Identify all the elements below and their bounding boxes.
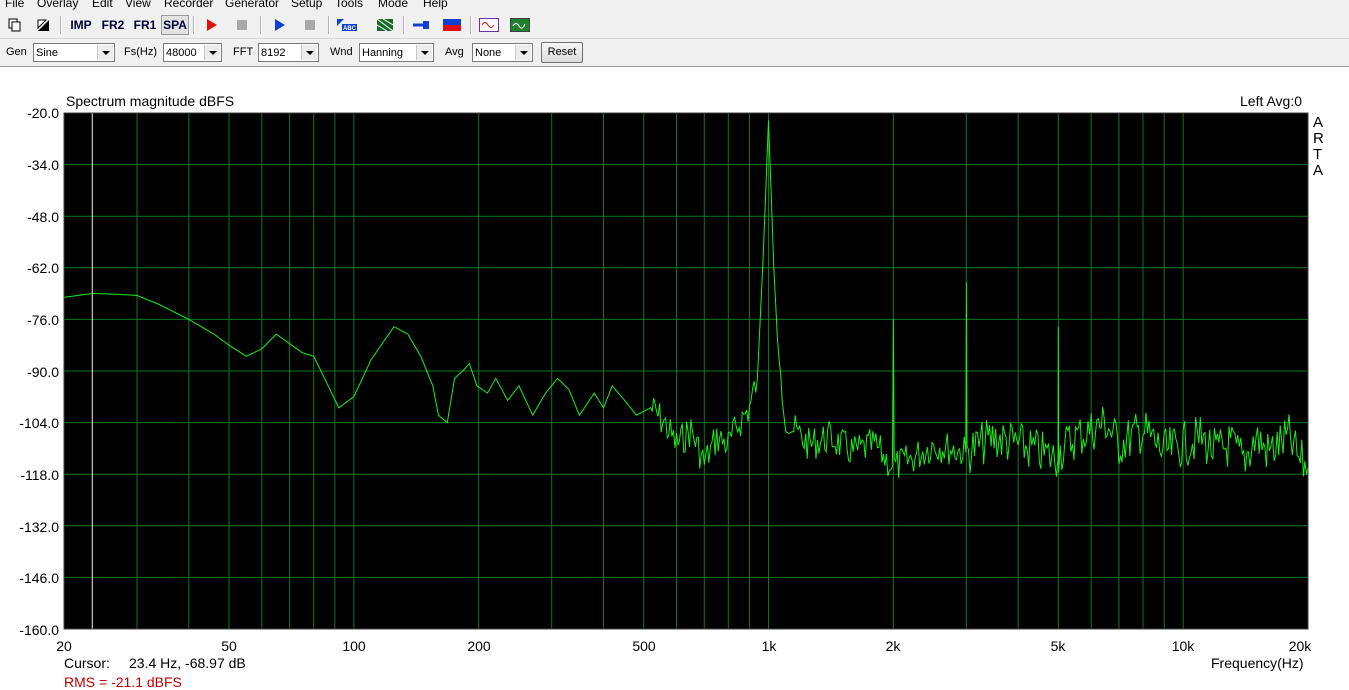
spectrum-plot[interactable]: [0, 0, 1349, 684]
